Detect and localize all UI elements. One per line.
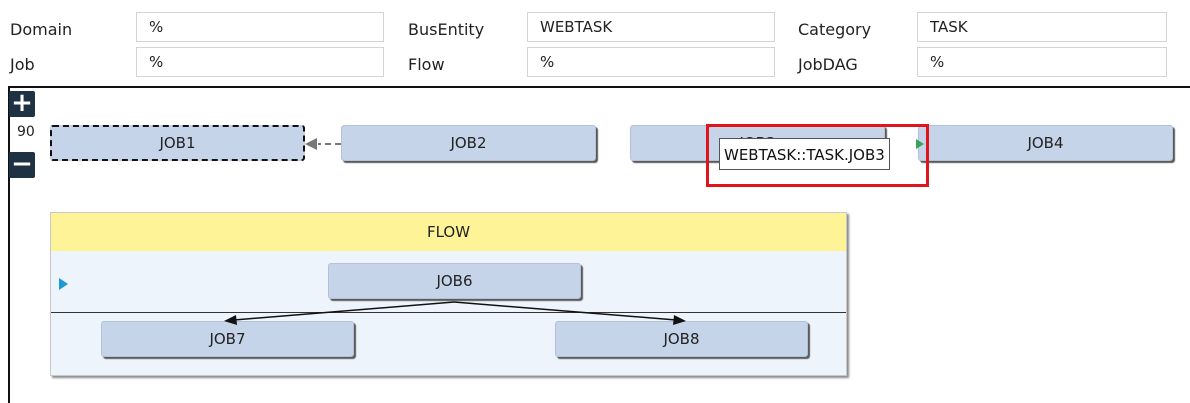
job-dag-input[interactable] xyxy=(917,47,1167,77)
domain-label: Domain xyxy=(10,20,73,39)
category-input[interactable] xyxy=(917,12,1167,42)
job-node-job1[interactable]: JOB1 xyxy=(50,125,305,161)
job-label: Job xyxy=(10,55,35,74)
job-dag-label: JobDAG xyxy=(798,55,858,74)
flow-title: FLOW xyxy=(51,213,846,251)
job-node-job8[interactable]: JOB8 xyxy=(555,321,808,357)
bus-entity-input[interactable] xyxy=(527,12,775,42)
job-input[interactable] xyxy=(136,47,384,77)
flow-input[interactable] xyxy=(527,47,775,77)
expand-arrow-icon[interactable] xyxy=(59,278,68,290)
category-label: Category xyxy=(798,20,872,39)
job-node-job6[interactable]: JOB6 xyxy=(328,263,581,299)
zoom-in-icon[interactable]: + xyxy=(9,90,35,117)
zoom-level: 90 xyxy=(17,124,35,140)
job-node-job7[interactable]: JOB7 xyxy=(101,321,354,357)
flow-divider xyxy=(51,312,846,313)
job-node-job4[interactable]: JOB4 xyxy=(918,125,1173,161)
job-node-job2[interactable]: JOB2 xyxy=(341,125,596,161)
filter-bar: Domain BusEntity Category Job Flow JobDA… xyxy=(0,0,1190,86)
flow-label: Flow xyxy=(408,55,445,74)
domain-input[interactable] xyxy=(136,12,384,42)
zoom-out-icon[interactable]: − xyxy=(9,151,35,178)
bus-entity-label: BusEntity xyxy=(408,20,485,39)
highlight-box xyxy=(706,124,929,187)
